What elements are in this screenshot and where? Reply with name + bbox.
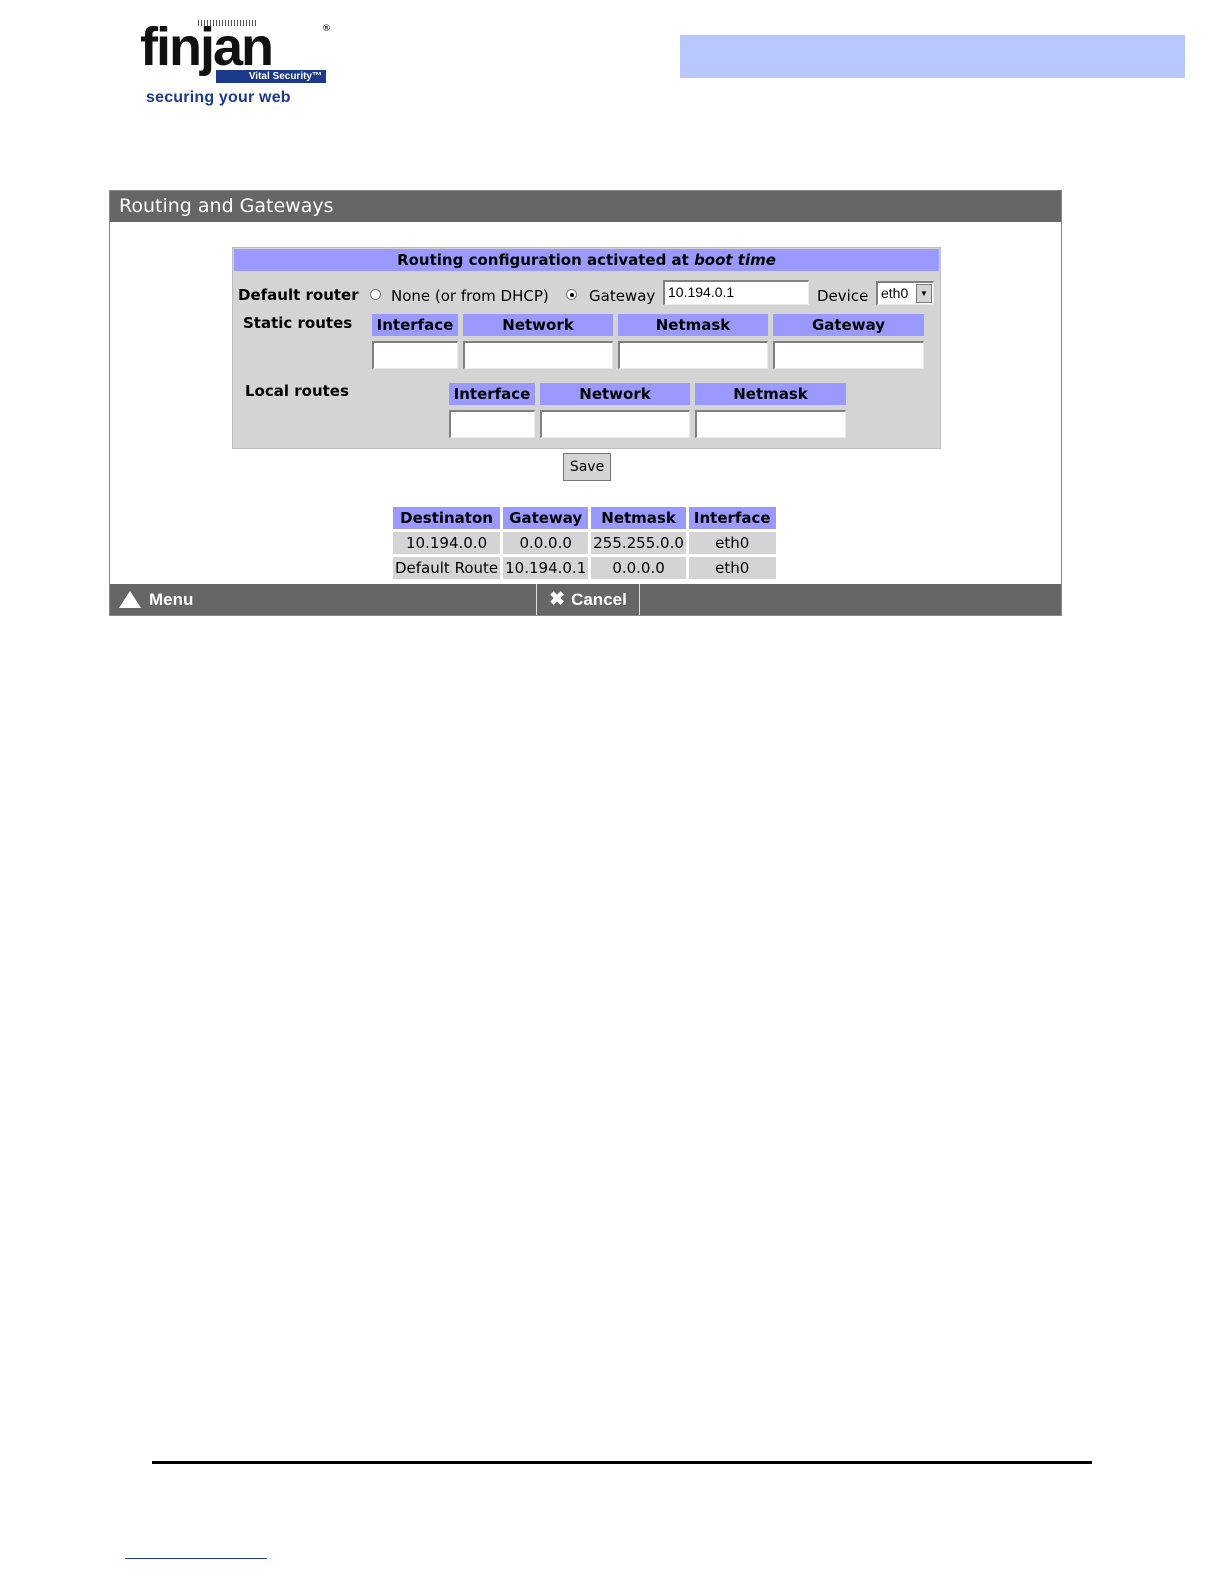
panel-heading: Routing configuration activated at boot … [234,249,939,271]
static-col-network: Network [463,314,613,336]
menu-label: Menu [149,590,194,609]
cell-netmask: 0.0.0.0 [591,557,686,579]
local-netmask-input[interactable] [695,410,846,438]
option-gateway-label: Gateway [589,287,656,305]
chevron-down-icon[interactable]: ▼ [916,284,932,303]
local-col-network: Network [540,383,690,405]
routes-col-gateway: Gateway [503,507,589,529]
static-gateway-input[interactable] [773,341,924,369]
device-select-value: eth0 [881,285,909,301]
static-network-input[interactable] [463,341,613,369]
window-footer-bar: Menu ✖ Cancel [110,584,1061,615]
window-title: Routing and Gateways [110,191,1061,222]
local-routes-label: Local routes [245,382,349,400]
logo-registered-mark: ® [322,24,331,34]
cell-netmask: 255.255.0.0 [591,532,686,554]
up-arrow-icon [119,591,141,608]
routing-config-panel: Routing configuration activated at boot … [232,247,941,449]
routes-col-netmask: Netmask [591,507,686,529]
option-none-label: None (or from DHCP) [391,287,549,305]
panel-heading-emphasis: boot time [694,251,776,269]
panel-heading-text: Routing configuration activated at [397,251,695,269]
footer-rule [152,1461,1092,1464]
cancel-button[interactable]: ✖ Cancel [536,584,640,615]
save-button[interactable]: Save [563,453,611,481]
radio-gateway[interactable] [566,289,577,300]
gateway-input[interactable]: 10.194.0.1 [663,280,809,305]
static-col-gateway: Gateway [773,314,924,336]
static-routes-label: Static routes [243,314,353,332]
static-col-interface: Interface [372,314,458,336]
routing-window: Routing and Gateways Routing configurati… [109,190,1062,616]
document-header-bar [680,35,1185,78]
static-interface-input[interactable] [372,341,458,369]
cell-interface: eth0 [688,557,776,579]
cell-gateway: 10.194.0.1 [503,557,589,579]
cell-gateway: 0.0.0.0 [503,532,589,554]
routes-table-header: Destinaton Gateway Netmask Interface [393,507,776,529]
routes-table: Destinaton Gateway Netmask Interface 10.… [390,504,779,582]
local-interface-input[interactable] [449,410,535,438]
default-router-label: Default router [238,286,359,304]
table-row: 10.194.0.0 0.0.0.0 255.255.0.0 eth0 [393,532,776,554]
table-row: Default Route 10.194.0.1 0.0.0.0 eth0 [393,557,776,579]
device-select[interactable]: eth0 ▼ [876,281,934,305]
finjan-logo: finjan ® Vital Security™ securing your w… [140,18,340,110]
device-label: Device [817,287,869,305]
cell-interface: eth0 [688,532,776,554]
cell-destination: 10.194.0.0 [393,532,501,554]
cell-destination: Default Route [393,557,501,579]
local-col-netmask: Netmask [695,383,846,405]
close-icon: ✖ [549,589,566,610]
menu-button[interactable]: Menu [110,584,535,615]
radio-none-dhcp[interactable] [370,289,381,300]
local-network-input[interactable] [540,410,690,438]
static-netmask-input[interactable] [618,341,768,369]
cancel-label: Cancel [571,590,627,609]
logo-slogan: securing your web [146,89,291,106]
routes-col-interface: Interface [688,507,776,529]
logo-tagline-badge: Vital Security™ [216,70,326,83]
static-col-netmask: Netmask [618,314,768,336]
routes-col-destination: Destinaton [393,507,501,529]
footnote-rule [125,1558,267,1559]
local-col-interface: Interface [449,383,535,405]
logo-wordmark: finjan [140,17,274,77]
